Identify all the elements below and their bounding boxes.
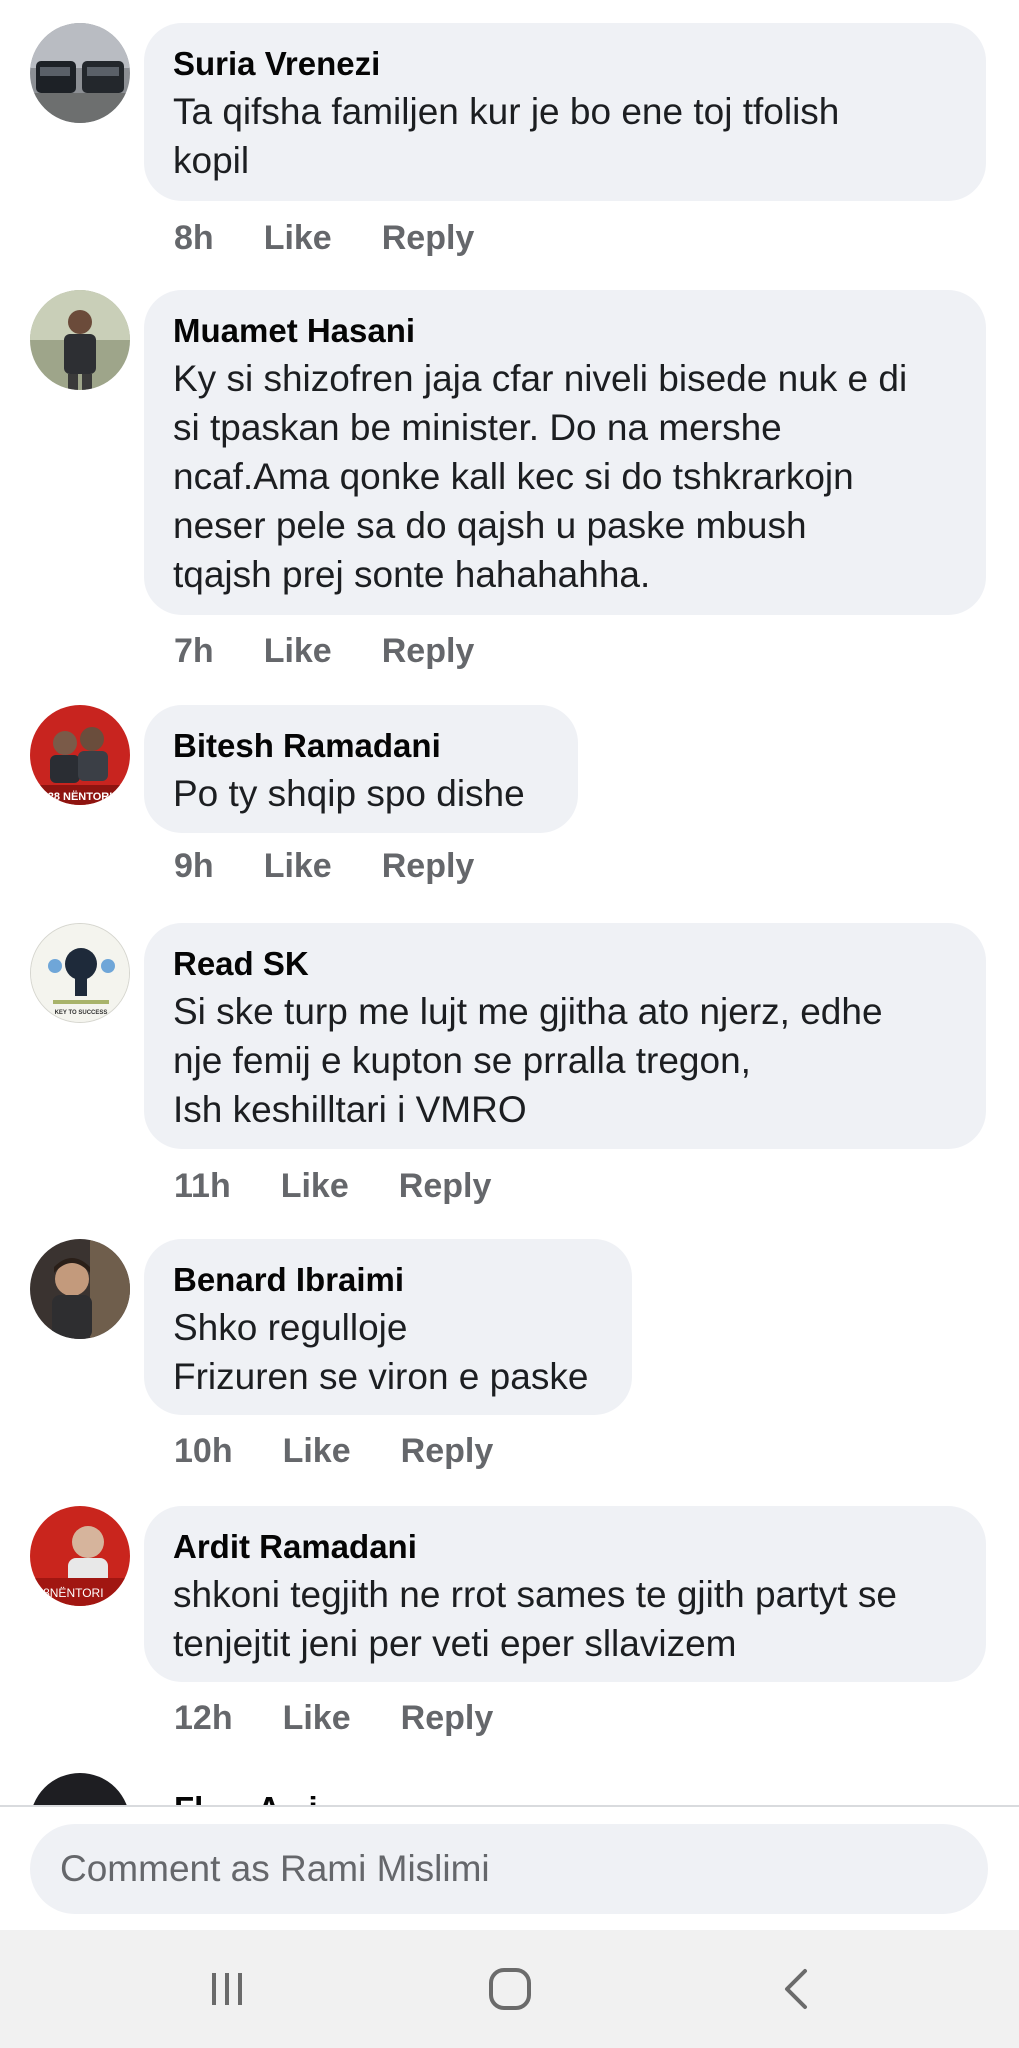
comment-actions: 9h Like Reply	[174, 847, 474, 886]
comment-composer-bar: Comment as Rami Mislimi	[0, 1805, 1019, 1932]
reply-button[interactable]: Reply	[382, 632, 475, 671]
comment-time[interactable]: 9h	[174, 847, 214, 886]
comment-text: Po ty shqip spo dishe	[173, 773, 525, 814]
comment-bubble: Muamet Hasani Ky si shizofren jaja cfar …	[144, 290, 986, 615]
comment-input-placeholder: Comment as Rami Mislimi	[60, 1848, 490, 1889]
reply-button[interactable]: Reply	[401, 1699, 494, 1738]
comment-author[interactable]: Bitesh Ramadani	[173, 723, 548, 769]
comment-author[interactable]: Ardit Ramadani	[173, 1524, 956, 1570]
reply-button[interactable]: Reply	[399, 1167, 492, 1206]
comment-time[interactable]: 11h	[174, 1167, 231, 1206]
back-icon	[785, 1969, 807, 2009]
comment-actions: 7h Like Reply	[174, 632, 474, 671]
comment-time[interactable]: 8h	[174, 219, 214, 258]
comment-text: shkoni tegjith ne rrot sames te gjith pa…	[173, 1574, 897, 1664]
comment-input[interactable]: Comment as Rami Mislimi	[30, 1824, 988, 1914]
comment-actions: 8h Like Reply	[174, 219, 474, 258]
comment-author[interactable]: Benard Ibraimi	[173, 1257, 602, 1303]
comment-bubble: Suria Vrenezi Ta qifsha familjen kur je …	[144, 23, 986, 201]
like-button[interactable]: Like	[264, 219, 332, 258]
comment-time[interactable]: 10h	[174, 1432, 233, 1471]
comment-time[interactable]: 7h	[174, 632, 214, 671]
avatar-badge-text: 28NËNTORI	[36, 1586, 103, 1600]
back-button[interactable]	[742, 1952, 852, 2026]
comment-text: Ky si shizofren jaja cfar niveli bisede …	[173, 358, 908, 595]
comments-screen: Suria Vrenezi Ta qifsha familjen kur je …	[0, 0, 1019, 2048]
like-button[interactable]: Like	[264, 847, 332, 886]
avatar-badge-text: KEY TO SUCCESS	[55, 1010, 108, 1016]
like-button[interactable]: Like	[283, 1699, 351, 1738]
comment-time[interactable]: 12h	[174, 1699, 233, 1738]
comment-actions: 11h Like Reply	[174, 1167, 491, 1206]
reply-button[interactable]: Reply	[382, 847, 475, 886]
comment-author[interactable]: Muamet Hasani	[173, 308, 956, 354]
like-button[interactable]: Like	[264, 632, 332, 671]
comment-author[interactable]: Read SK	[173, 941, 956, 987]
avatar[interactable]	[30, 1773, 130, 1805]
system-navigation-bar	[0, 1930, 1019, 2048]
avatar[interactable]: 28 NËNTORI	[30, 705, 130, 805]
comment-author-partial[interactable]: Fl..... A...i	[174, 1790, 318, 1805]
comments-list: Suria Vrenezi Ta qifsha familjen kur je …	[0, 0, 1019, 1805]
home-button[interactable]	[455, 1952, 565, 2026]
comment-bubble: Bitesh Ramadani Po ty shqip spo dishe	[144, 705, 578, 833]
avatar[interactable]	[30, 1239, 130, 1339]
reply-button[interactable]: Reply	[401, 1432, 494, 1471]
avatar[interactable]	[30, 290, 130, 390]
avatar[interactable]: KEY TO SUCCESS	[30, 923, 130, 1023]
comment-bubble: Benard Ibraimi Shko regulloje Frizuren s…	[144, 1239, 632, 1415]
avatar[interactable]: 28NËNTORI	[30, 1506, 130, 1606]
comment-text: Ta qifsha familjen kur je bo ene toj tfo…	[173, 91, 840, 181]
comment-actions: 10h Like Reply	[174, 1432, 493, 1471]
recent-apps-icon	[212, 1973, 242, 2005]
like-button[interactable]: Like	[283, 1432, 351, 1471]
reply-button[interactable]: Reply	[382, 219, 475, 258]
like-button[interactable]: Like	[281, 1167, 349, 1206]
comment-text: Shko regulloje Frizuren se viron e paske	[173, 1307, 589, 1397]
comment-author[interactable]: Suria Vrenezi	[173, 41, 956, 87]
home-icon	[489, 1968, 531, 2010]
avatar-badge-text: 28 NËNTORI	[48, 790, 113, 803]
avatar[interactable]	[30, 23, 130, 123]
comment-text: Si ske turp me lujt me gjitha ato njerz,…	[173, 991, 883, 1130]
comment-bubble: Ardit Ramadani shkoni tegjith ne rrot sa…	[144, 1506, 986, 1682]
comment-actions: 12h Like Reply	[174, 1699, 493, 1738]
recent-apps-button[interactable]	[172, 1952, 282, 2026]
comment-bubble: Read SK Si ske turp me lujt me gjitha at…	[144, 923, 986, 1149]
